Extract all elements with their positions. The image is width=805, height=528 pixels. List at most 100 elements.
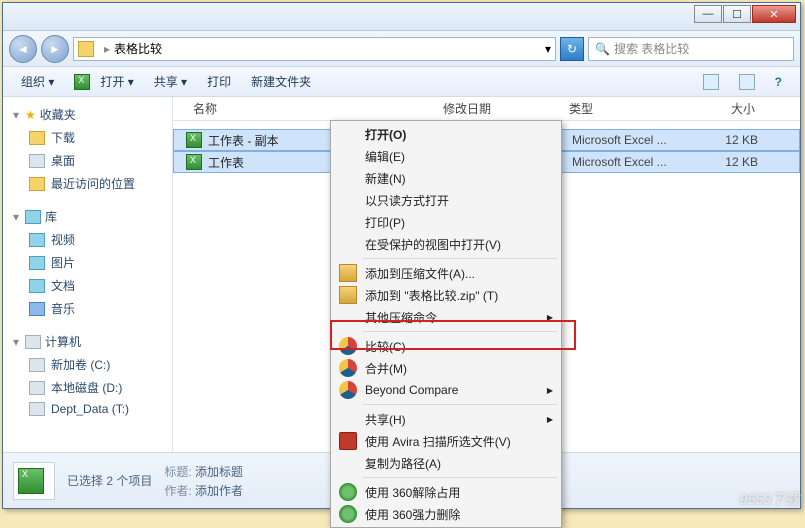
search-icon: 🔍 [595, 42, 610, 56]
back-button[interactable]: ◄ [9, 35, 37, 63]
sidebar-computer[interactable]: ▾计算机 [7, 330, 168, 353]
author-label: 作者: [164, 484, 191, 498]
help-button[interactable]: ? [767, 72, 790, 92]
360-icon [339, 505, 357, 523]
column-type[interactable]: 类型 [569, 100, 695, 117]
ctx-compare[interactable]: 比较(C) [333, 335, 559, 357]
picture-icon [29, 256, 45, 270]
sidebar-item-drive-t[interactable]: Dept_Data (T:) [7, 399, 168, 419]
preview-pane-button[interactable] [731, 71, 763, 93]
document-icon [29, 279, 45, 293]
print-button[interactable]: 打印 [199, 70, 239, 93]
breadcrumb-sep-icon: ▸ [104, 42, 110, 56]
view-options-button[interactable] [695, 71, 727, 93]
title-value[interactable]: 添加标题 [195, 465, 243, 479]
sidebar-item-desktop[interactable]: 桌面 [7, 149, 168, 172]
forward-button[interactable]: ► [41, 35, 69, 63]
column-headers: 名称 修改日期 类型 大小 [173, 97, 800, 121]
sidebar-item-downloads[interactable]: 下载 [7, 126, 168, 149]
sidebar-item-drive-c[interactable]: 新加卷 (C:) [7, 353, 168, 376]
new-folder-button[interactable]: 新建文件夹 [243, 70, 319, 93]
minimize-button[interactable]: — [694, 5, 722, 23]
excel-file-icon [186, 132, 202, 148]
star-icon: ★ [25, 108, 36, 122]
toolbar: 组织 ▾ 打开 ▾ 共享 ▾ 打印 新建文件夹 ? [3, 67, 800, 97]
organize-button[interactable]: 组织 ▾ [13, 70, 62, 93]
watermark: 9553下载 [740, 489, 799, 509]
ctx-other-compress[interactable]: 其他压缩命令▶ [333, 306, 559, 328]
ctx-add-archive[interactable]: 添加到压缩文件(A)... [333, 262, 559, 284]
sidebar-item-pictures[interactable]: 图片 [7, 251, 168, 274]
video-icon [29, 233, 45, 247]
column-modified[interactable]: 修改日期 [443, 100, 569, 117]
chevron-right-icon: ▶ [547, 313, 553, 322]
context-menu: 打开(O) 编辑(E) 新建(N) 以只读方式打开 打印(P) 在受保护的视图中… [330, 120, 562, 528]
folder-icon [78, 41, 94, 57]
column-name[interactable]: 名称 [193, 100, 443, 117]
sidebar-item-documents[interactable]: 文档 [7, 274, 168, 297]
ctx-avira-scan[interactable]: 使用 Avira 扫描所选文件(V) [333, 430, 559, 452]
ctx-protected-view[interactable]: 在受保护的视图中打开(V) [333, 233, 559, 255]
desktop-icon [29, 154, 45, 168]
title-label: 标题: [164, 465, 191, 479]
excel-icon [18, 468, 44, 494]
excel-file-icon [186, 154, 202, 170]
ctx-new[interactable]: 新建(N) [333, 167, 559, 189]
360-icon [339, 483, 357, 501]
ctx-add-named-zip[interactable]: 添加到 "表格比较.zip" (T) [333, 284, 559, 306]
selection-info: 已选择 2 个项目 [67, 472, 152, 489]
titlebar: — ☐ ✕ [3, 3, 800, 31]
refresh-button[interactable]: ↻ [560, 37, 584, 61]
sidebar-favorites[interactable]: ▾★收藏夹 [7, 103, 168, 126]
view-icon [703, 74, 719, 90]
breadcrumb-dropdown-icon[interactable]: ▾ [545, 42, 551, 56]
beyond-compare-icon [339, 337, 357, 355]
avira-icon [339, 432, 357, 450]
music-icon [29, 302, 45, 316]
close-button[interactable]: ✕ [752, 5, 796, 23]
share-button[interactable]: 共享 ▾ [146, 70, 195, 93]
navigation-pane: ▾★收藏夹 下载 桌面 最近访问的位置 ▾库 视频 图片 文档 音乐 ▾计算机 … [3, 97, 173, 452]
beyond-compare-icon [339, 359, 357, 377]
address-bar[interactable]: ▸ 表格比较 ▾ [73, 37, 556, 61]
ctx-open[interactable]: 打开(O) [333, 123, 559, 145]
drive-icon [29, 402, 45, 416]
file-size: 12 KB [698, 155, 778, 169]
chevron-right-icon: ▶ [547, 386, 553, 395]
sidebar-libraries[interactable]: ▾库 [7, 205, 168, 228]
ctx-copy-path[interactable]: 复制为路径(A) [333, 452, 559, 474]
folder-icon [29, 131, 45, 145]
window-controls: — ☐ ✕ [693, 5, 796, 23]
author-value[interactable]: 添加作者 [195, 484, 243, 498]
beyond-compare-icon [339, 381, 357, 399]
open-button[interactable]: 打开 ▾ [66, 70, 141, 93]
search-input[interactable]: 🔍 搜索 表格比较 [588, 37, 794, 61]
column-size[interactable]: 大小 [695, 100, 775, 117]
search-placeholder: 搜索 表格比较 [614, 40, 689, 57]
zip-icon [339, 264, 357, 282]
maximize-button[interactable]: ☐ [723, 5, 751, 23]
sidebar-item-recent[interactable]: 最近访问的位置 [7, 172, 168, 195]
preview-icon [739, 74, 755, 90]
library-icon [25, 210, 41, 224]
ctx-edit[interactable]: 编辑(E) [333, 145, 559, 167]
file-type: Microsoft Excel ... [572, 133, 698, 147]
sidebar-item-music[interactable]: 音乐 [7, 297, 168, 320]
breadcrumb-folder[interactable]: 表格比较 [114, 40, 162, 57]
ctx-open-readonly[interactable]: 以只读方式打开 [333, 189, 559, 211]
ctx-merge[interactable]: 合并(M) [333, 357, 559, 379]
ctx-share[interactable]: 共享(H)▶ [333, 408, 559, 430]
sidebar-item-videos[interactable]: 视频 [7, 228, 168, 251]
ctx-print[interactable]: 打印(P) [333, 211, 559, 233]
details-icon [13, 462, 55, 500]
file-size: 12 KB [698, 133, 778, 147]
file-type: Microsoft Excel ... [572, 155, 698, 169]
recent-icon [29, 177, 45, 191]
sidebar-item-drive-d[interactable]: 本地磁盘 (D:) [7, 376, 168, 399]
ctx-360-unlock[interactable]: 使用 360解除占用 [333, 481, 559, 503]
ctx-beyond-compare[interactable]: Beyond Compare▶ [333, 379, 559, 401]
drive-icon [29, 381, 45, 395]
chevron-right-icon: ▶ [547, 415, 553, 424]
ctx-360-force-delete[interactable]: 使用 360强力删除 [333, 503, 559, 525]
drive-icon [29, 358, 45, 372]
